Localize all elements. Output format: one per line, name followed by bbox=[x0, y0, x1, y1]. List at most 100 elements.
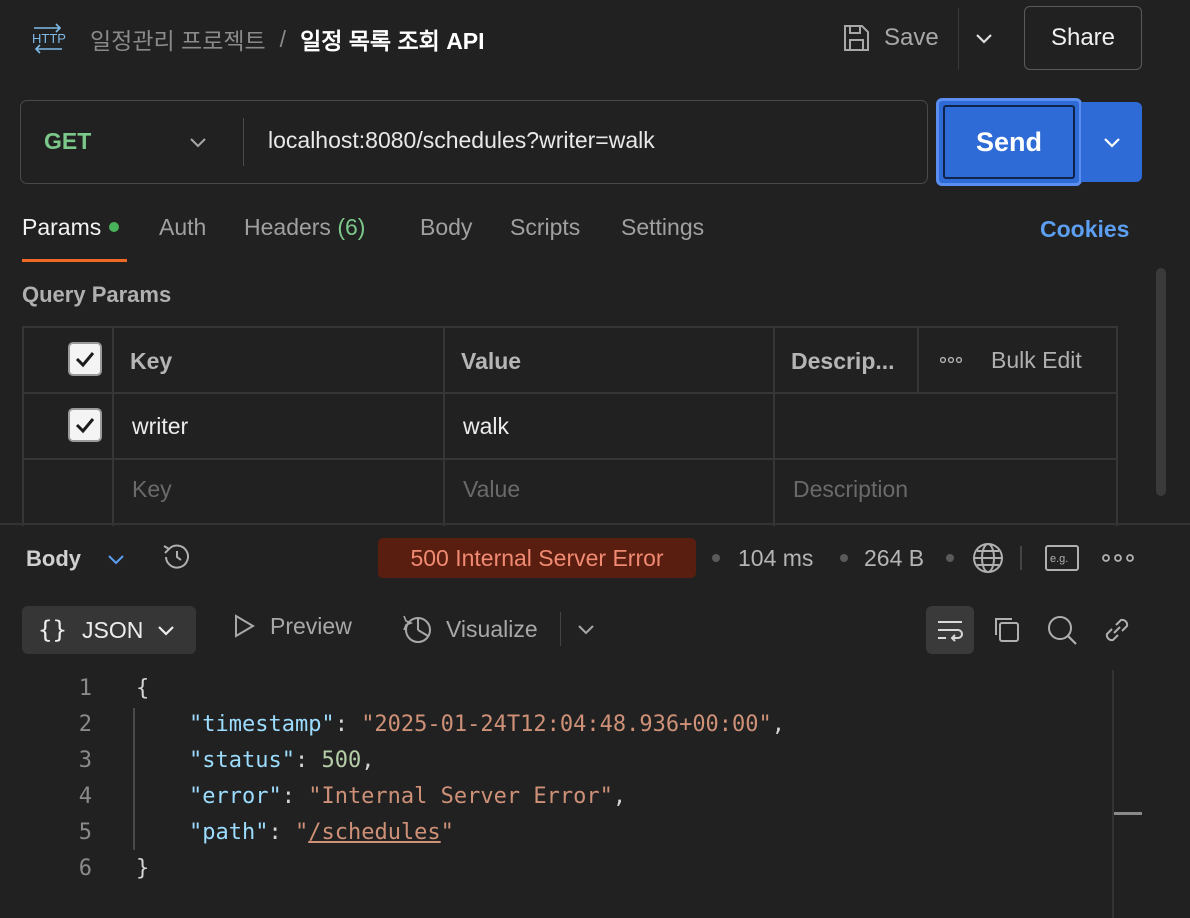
status-badge[interactable]: 500 Internal Server Error bbox=[378, 538, 696, 578]
json-value-quote: " bbox=[440, 820, 454, 845]
column-header-value: Value bbox=[461, 348, 522, 374]
tab-auth[interactable]: Auth bbox=[159, 214, 206, 241]
param-value-cell[interactable]: walk bbox=[463, 413, 509, 440]
url-input[interactable]: localhost:8080/schedules?writer=walk bbox=[268, 127, 655, 154]
method-chevron-down-icon[interactable] bbox=[186, 130, 210, 154]
code-line: } bbox=[136, 856, 150, 881]
code-scrollbar-track[interactable] bbox=[1112, 670, 1114, 918]
line-number: 4 bbox=[78, 784, 92, 809]
json-punct: , bbox=[612, 784, 627, 809]
params-scrollbar[interactable] bbox=[1156, 268, 1166, 496]
tab-body[interactable]: Body bbox=[420, 214, 472, 241]
json-key: "path" bbox=[188, 820, 269, 845]
response-size[interactable]: 264 B bbox=[864, 545, 924, 572]
chevron-down-icon[interactable] bbox=[104, 547, 128, 571]
check-icon bbox=[75, 352, 95, 368]
method-select[interactable]: GET bbox=[44, 128, 91, 155]
new-value-input[interactable]: Value bbox=[463, 476, 520, 503]
line-number: 1 bbox=[78, 676, 92, 701]
cookies-link[interactable]: Cookies bbox=[1040, 216, 1129, 243]
chevron-down-icon bbox=[155, 619, 177, 641]
json-key: "error" bbox=[188, 784, 282, 809]
preview-button[interactable]: Preview bbox=[230, 612, 352, 640]
svg-text:{}: {} bbox=[38, 616, 67, 644]
more-options-icon[interactable] bbox=[940, 356, 962, 364]
param-key-cell[interactable]: writer bbox=[132, 413, 188, 440]
json-value: "Internal Server Error" bbox=[308, 784, 613, 809]
response-time[interactable]: 104 ms bbox=[738, 545, 813, 572]
meta-separator bbox=[946, 554, 954, 562]
save-label: Save bbox=[884, 24, 939, 51]
chevron-down-icon[interactable] bbox=[574, 617, 598, 641]
tab-settings[interactable]: Settings bbox=[621, 214, 704, 241]
copy-icon[interactable] bbox=[990, 613, 1024, 647]
visualize-label: Visualize bbox=[446, 615, 538, 642]
history-icon[interactable] bbox=[160, 540, 194, 574]
code-scrollbar-thumb[interactable] bbox=[1114, 812, 1142, 815]
bulk-edit-button[interactable]: Bulk Edit bbox=[991, 347, 1082, 374]
json-punct: , bbox=[771, 712, 786, 737]
save-icon bbox=[840, 22, 872, 54]
http-icon: HTTP bbox=[30, 20, 66, 56]
json-value: 500 bbox=[321, 748, 362, 773]
row-checkbox[interactable] bbox=[68, 408, 102, 442]
breadcrumb-separator: / bbox=[279, 25, 287, 52]
tab-headers-label: Headers bbox=[244, 214, 331, 240]
code-line: "path": "/schedules" bbox=[188, 820, 454, 845]
response-body-label[interactable]: Body bbox=[26, 546, 81, 572]
visualize-button[interactable]: Visualize bbox=[400, 612, 538, 646]
wrap-lines-button[interactable] bbox=[926, 606, 974, 654]
meta-separator bbox=[840, 554, 848, 562]
breadcrumb-project[interactable]: 일정관리 프로젝트 bbox=[90, 22, 266, 56]
json-value: "2025-01-24T12:04:48.936+00:00" bbox=[361, 712, 772, 737]
example-icon[interactable]: e.g. bbox=[1044, 544, 1080, 572]
params-active-dot bbox=[109, 221, 120, 232]
visualize-icon bbox=[400, 612, 434, 646]
json-value-link[interactable]: /schedules bbox=[308, 820, 440, 845]
new-key-input[interactable]: Key bbox=[132, 476, 172, 503]
braces-icon: {} bbox=[38, 615, 68, 645]
json-value-quote: " bbox=[294, 820, 309, 845]
header-divider bbox=[958, 8, 959, 70]
send-button[interactable]: Send bbox=[936, 98, 1082, 186]
tab-headers[interactable]: Headers (6) bbox=[244, 214, 365, 241]
request-title[interactable]: 일정 목록 조회 API bbox=[300, 22, 484, 56]
search-icon[interactable] bbox=[1045, 613, 1079, 647]
send-options-button[interactable] bbox=[1081, 102, 1142, 182]
play-icon bbox=[230, 612, 258, 640]
share-button[interactable]: Share bbox=[1024, 6, 1142, 70]
svg-text:e.g.: e.g. bbox=[1050, 553, 1068, 565]
code-line: { bbox=[136, 676, 150, 701]
column-header-key: Key bbox=[130, 348, 173, 374]
more-options-icon[interactable] bbox=[1100, 546, 1136, 570]
check-icon bbox=[75, 418, 95, 434]
code-line: "error": "Internal Server Error", bbox=[188, 784, 627, 809]
save-options-chevron-icon[interactable] bbox=[970, 24, 998, 52]
code-line: "timestamp": "2025-01-24T12:04:48.936+00… bbox=[188, 712, 786, 737]
tab-scripts[interactable]: Scripts bbox=[510, 214, 580, 241]
meta-divider bbox=[1020, 546, 1022, 570]
format-select[interactable]: {} JSON bbox=[22, 606, 196, 654]
active-tab-indicator bbox=[22, 259, 127, 262]
tab-params[interactable]: Params bbox=[22, 214, 120, 241]
svg-text:HTTP: HTTP bbox=[32, 31, 66, 46]
json-key: "timestamp" bbox=[188, 712, 335, 737]
preview-label: Preview bbox=[270, 612, 352, 639]
headers-count: (6) bbox=[337, 214, 366, 240]
indent-guide bbox=[133, 708, 135, 850]
tab-params-label: Params bbox=[22, 214, 102, 240]
request-tabs: Params Auth Headers (6) Body Scripts Set… bbox=[22, 214, 1022, 248]
line-number: 2 bbox=[78, 712, 92, 737]
visualize-divider bbox=[560, 612, 561, 646]
globe-icon[interactable] bbox=[970, 540, 1006, 576]
select-all-checkbox[interactable] bbox=[68, 342, 102, 376]
link-icon[interactable] bbox=[1100, 613, 1134, 647]
url-divider bbox=[243, 118, 244, 166]
response-divider[interactable] bbox=[0, 523, 1190, 525]
send-focus-ring bbox=[943, 105, 1075, 179]
new-description-input[interactable]: Description bbox=[793, 476, 908, 503]
line-number: 6 bbox=[78, 856, 92, 881]
column-header-description: Descrip... bbox=[791, 348, 895, 374]
save-button[interactable]: Save bbox=[840, 18, 939, 58]
meta-separator bbox=[712, 554, 720, 562]
